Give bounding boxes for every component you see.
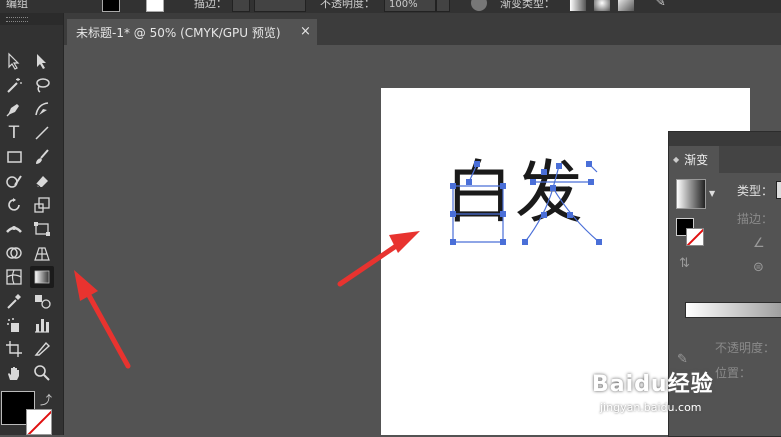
tools-panel: T ⤴ [0, 13, 64, 435]
zoom-icon[interactable] [30, 362, 54, 384]
watermark-url: jingyan.baidu.com [600, 401, 702, 414]
document-tab-title: 未标题-1* @ 50% (CMYK/GPU 预览) [76, 25, 281, 40]
document-tab[interactable]: 未标题-1* @ 50% (CMYK/GPU 预览) × [67, 19, 317, 45]
angle-icon: ∠ [753, 236, 765, 251]
scale-icon[interactable] [30, 194, 54, 216]
document-tab-strip: 未标题-1* @ 50% (CMYK/GPU 预览) × [64, 13, 781, 45]
control-bar: 编组 描边： 不透明度： 100% 渐变类型： ✎ [0, 0, 781, 14]
panel-header[interactable] [669, 132, 781, 146]
selection-anchor-points[interactable] [441, 158, 611, 248]
opacity-value: 100% [389, 0, 418, 10]
hand-icon[interactable] [2, 362, 26, 384]
eyedropper-icon[interactable]: ✎ [677, 352, 688, 367]
stroke-swatch[interactable] [26, 409, 52, 435]
close-tab-icon[interactable]: × [300, 24, 311, 39]
arrow-to-gradient-tool [74, 270, 131, 369]
symbol-sprayer-icon[interactable] [2, 314, 26, 336]
linear-gradient-icon[interactable] [569, 0, 587, 12]
rotate-icon[interactable] [2, 194, 26, 216]
line-segment-icon[interactable] [30, 122, 54, 144]
column-graph-icon[interactable] [30, 314, 54, 336]
gradient-icon[interactable] [30, 266, 54, 288]
mesh-icon[interactable] [2, 266, 26, 288]
stroke-color-control[interactable] [146, 0, 164, 12]
type-select[interactable] [776, 181, 781, 199]
fill-color-control[interactable] [102, 0, 120, 12]
opacity-arrow[interactable] [436, 0, 450, 12]
shaper-icon[interactable] [2, 170, 26, 192]
direct-selection-icon[interactable] [30, 50, 54, 72]
watermark-brand: Baidu经验 [592, 372, 714, 397]
location-label: 位置： [715, 366, 752, 380]
slice-icon[interactable] [30, 338, 54, 360]
perspective-grid-icon[interactable] [30, 242, 54, 264]
pen-icon[interactable] [2, 98, 26, 120]
artboard-icon[interactable] [2, 338, 26, 360]
group-label: 编组 [6, 0, 28, 10]
magic-wand-icon[interactable] [2, 74, 26, 96]
type-label: 类型： [737, 184, 774, 198]
panel-stroke-swatch[interactable] [686, 228, 704, 246]
panel-tabbar: ◆ 渐变 [669, 146, 781, 173]
type-glyph: T [8, 122, 20, 143]
gradient-panel-tab[interactable]: ◆ 渐变 [669, 146, 719, 173]
eraser-icon[interactable] [30, 170, 54, 192]
eyedropper-icon[interactable] [2, 290, 26, 312]
opacity-label: 不透明度： [320, 0, 375, 10]
shape-builder-icon[interactable] [2, 242, 26, 264]
gradient-preview-swatch[interactable] [676, 179, 706, 209]
stroke-label: 描边： [737, 212, 774, 226]
paintbrush-icon[interactable] [30, 146, 54, 168]
stroke-weight-dropdown[interactable] [232, 0, 250, 12]
lasso-icon[interactable] [30, 74, 54, 96]
freeform-gradient-icon[interactable] [617, 0, 635, 12]
opacity-field[interactable]: 100% [384, 0, 436, 12]
rectangle-icon[interactable] [2, 146, 26, 168]
recolor-icon[interactable] [470, 0, 488, 12]
brush-icon[interactable]: ✎ [655, 0, 666, 10]
selection-icon[interactable] [2, 50, 26, 72]
curvature-icon[interactable] [30, 98, 54, 120]
gradient-tab-label: 渐变 [684, 153, 709, 167]
variable-width-dropdown[interactable] [254, 0, 306, 12]
panel-collapse-icon[interactable]: ◆ [673, 155, 679, 164]
aspect-ratio-icon: ⊜ [753, 260, 764, 275]
opacity-label: 不透明度： [715, 341, 776, 355]
reverse-gradient-icon[interactable]: ⇅ [679, 256, 690, 271]
width-icon[interactable] [2, 218, 26, 240]
radial-gradient-icon[interactable] [593, 0, 611, 12]
gradient-dropdown-icon[interactable]: ▼ [709, 189, 715, 198]
free-transform-icon[interactable] [30, 218, 54, 240]
toolbar-grip[interactable] [0, 13, 63, 25]
blend-icon[interactable] [30, 290, 54, 312]
stroke-label: 描边： [194, 0, 227, 10]
gradient-type-label: 渐变类型： [500, 0, 555, 10]
type-icon[interactable]: T [2, 122, 26, 144]
gradient-slider[interactable] [685, 302, 781, 318]
swap-fill-stroke-icon[interactable]: ⤴ [40, 391, 52, 408]
